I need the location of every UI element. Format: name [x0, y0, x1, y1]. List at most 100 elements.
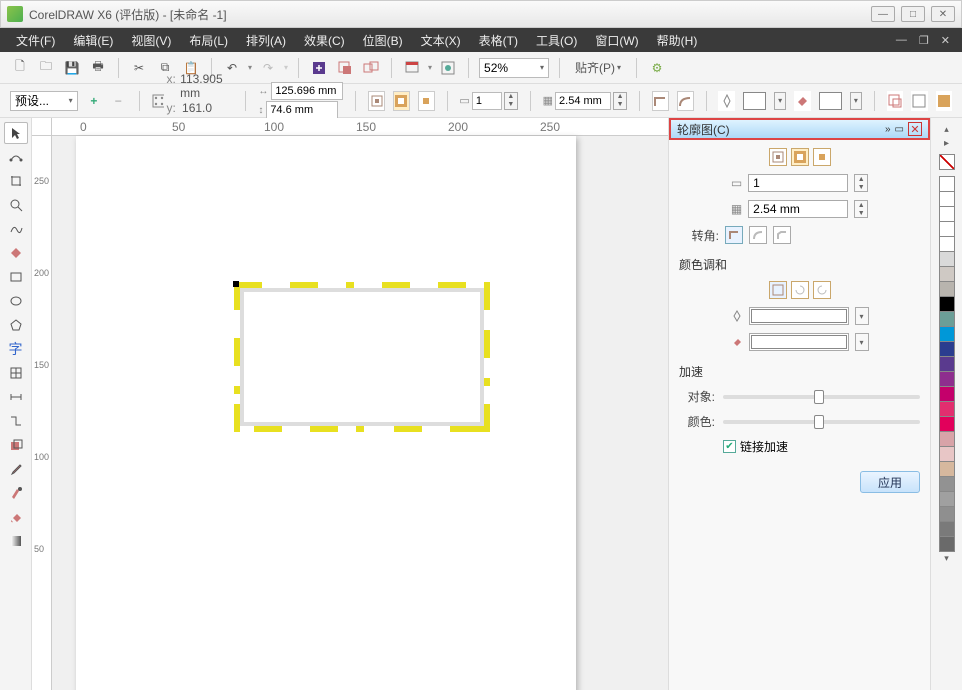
- docker-collapse-icon[interactable]: »: [885, 124, 891, 135]
- color-swatch[interactable]: [939, 386, 955, 402]
- to-center-button[interactable]: [368, 91, 385, 111]
- publish-button[interactable]: [361, 58, 381, 78]
- doc-restore-button[interactable]: ❐: [915, 34, 933, 47]
- color-swatch[interactable]: [939, 296, 955, 312]
- menu-table[interactable]: 表格(T): [471, 30, 526, 51]
- apply-button[interactable]: 应用: [860, 471, 920, 493]
- maximize-button[interactable]: □: [901, 6, 925, 22]
- offset-spinner[interactable]: ▲▼: [613, 92, 627, 110]
- corner-bevel-button[interactable]: [773, 226, 791, 244]
- color-swatch[interactable]: [939, 371, 955, 387]
- outline-gradient-picker[interactable]: [751, 309, 847, 323]
- eyedropper-tool[interactable]: [4, 458, 28, 480]
- mode-inside-button[interactable]: [791, 148, 809, 166]
- import-button[interactable]: [309, 58, 329, 78]
- text-tool[interactable]: 字: [4, 338, 28, 360]
- selection-handle[interactable]: [233, 281, 239, 287]
- menu-view[interactable]: 视图(V): [123, 30, 179, 51]
- color-swatch[interactable]: [939, 521, 955, 537]
- polygon-tool[interactable]: [4, 314, 28, 336]
- menu-file[interactable]: 文件(F): [8, 30, 63, 51]
- height-value[interactable]: 74.6 mm: [266, 101, 338, 119]
- object-accel-slider[interactable]: [723, 395, 920, 399]
- color-swatch[interactable]: [939, 176, 955, 192]
- docker-offset-spinner[interactable]: ▲▼: [854, 200, 868, 218]
- palette-menu-icon[interactable]: ▸: [939, 136, 955, 150]
- options-button[interactable]: ⚙: [647, 58, 667, 78]
- palette-down-arrow[interactable]: ▾: [939, 551, 955, 565]
- blend-direct-button[interactable]: [769, 281, 787, 299]
- outline-color-picker[interactable]: [743, 92, 766, 110]
- outline-color-dropdown[interactable]: ▾: [774, 92, 786, 110]
- color-swatch[interactable]: [939, 476, 955, 492]
- color-swatch[interactable]: [939, 416, 955, 432]
- menu-text[interactable]: 文本(X): [413, 30, 469, 51]
- snap-dropdown[interactable]: 贴齐(P) ▾: [570, 56, 626, 79]
- fill-color-dropdown[interactable]: ▾: [850, 92, 862, 110]
- zoom-level-input[interactable]: 52%▾: [479, 58, 549, 78]
- menu-effects[interactable]: 效果(C): [296, 30, 353, 51]
- zoom-tool[interactable]: [4, 194, 28, 216]
- pick-tool[interactable]: [4, 122, 28, 144]
- corner-round-button[interactable]: [749, 226, 767, 244]
- link-accel-checkbox[interactable]: ✔: [723, 440, 736, 453]
- docker-offset-input[interactable]: 2.54 mm: [748, 200, 848, 218]
- menu-layout[interactable]: 布局(L): [181, 30, 236, 51]
- blend-cw-button[interactable]: [791, 281, 809, 299]
- color-swatch[interactable]: [939, 326, 955, 342]
- shape-tool[interactable]: [4, 146, 28, 168]
- offset-input[interactable]: 2.54 mm: [555, 92, 611, 110]
- doc-close-button[interactable]: ✕: [937, 34, 954, 47]
- color-swatch[interactable]: [939, 401, 955, 417]
- fill-grad-dropdown[interactable]: ▾: [855, 333, 869, 351]
- interactive-fill-tool[interactable]: [4, 530, 28, 552]
- steps-input[interactable]: 1: [472, 92, 502, 110]
- docker-steps-spinner[interactable]: ▲▼: [854, 174, 868, 192]
- color-swatch[interactable]: [939, 191, 955, 207]
- dimension-tool[interactable]: [4, 386, 28, 408]
- ellipse-tool[interactable]: [4, 290, 28, 312]
- add-preset-button[interactable]: +: [86, 91, 102, 111]
- color-swatch[interactable]: [939, 311, 955, 327]
- copy-props-button[interactable]: [911, 91, 927, 111]
- no-color-swatch[interactable]: [939, 154, 955, 170]
- minimize-button[interactable]: —: [871, 6, 895, 22]
- vertical-ruler[interactable]: 250 200 150 100 50: [32, 136, 52, 690]
- close-button[interactable]: ✕: [931, 6, 955, 22]
- corner-round-button[interactable]: [677, 91, 694, 111]
- docker-close-icon[interactable]: ✕: [908, 122, 922, 136]
- docker-header[interactable]: 轮廓图(C) » ▭ ✕: [669, 118, 930, 140]
- smart-fill-tool[interactable]: [4, 242, 28, 264]
- print-button[interactable]: 🖶: [88, 58, 108, 78]
- palette-up-arrow[interactable]: ▴: [939, 122, 955, 136]
- docker-steps-input[interactable]: 1: [748, 174, 848, 192]
- mode-outside-button[interactable]: [813, 148, 831, 166]
- color-accel-slider[interactable]: [723, 420, 920, 424]
- app-launcher-button[interactable]: [402, 58, 422, 78]
- color-swatch[interactable]: [939, 206, 955, 222]
- color-swatch[interactable]: [939, 236, 955, 252]
- table-tool[interactable]: [4, 362, 28, 384]
- corner-miter-button[interactable]: [652, 91, 669, 111]
- color-swatch[interactable]: [939, 506, 955, 522]
- mode-center-button[interactable]: [769, 148, 787, 166]
- ruler-origin[interactable]: [32, 118, 52, 136]
- open-button[interactable]: 🗀: [36, 58, 56, 78]
- fill-gradient-picker[interactable]: [751, 335, 847, 349]
- corner-miter-button[interactable]: [725, 226, 743, 244]
- steps-spinner[interactable]: ▲▼: [504, 92, 518, 110]
- cut-button[interactable]: ✂: [129, 58, 149, 78]
- blend-ccw-button[interactable]: [813, 281, 831, 299]
- preset-dropdown[interactable]: 预设...▾: [10, 91, 78, 111]
- save-button[interactable]: 💾: [62, 58, 82, 78]
- fill-color-picker[interactable]: [819, 92, 842, 110]
- clear-button[interactable]: [936, 91, 952, 111]
- outline-tool[interactable]: [4, 482, 28, 504]
- menu-window[interactable]: 窗口(W): [587, 30, 646, 51]
- x-value[interactable]: 113.905 mm: [180, 72, 233, 100]
- rectangle-tool[interactable]: [4, 266, 28, 288]
- remove-preset-button[interactable]: −: [110, 91, 126, 111]
- color-swatch[interactable]: [939, 341, 955, 357]
- color-swatch[interactable]: [939, 446, 955, 462]
- color-swatch[interactable]: [939, 356, 955, 372]
